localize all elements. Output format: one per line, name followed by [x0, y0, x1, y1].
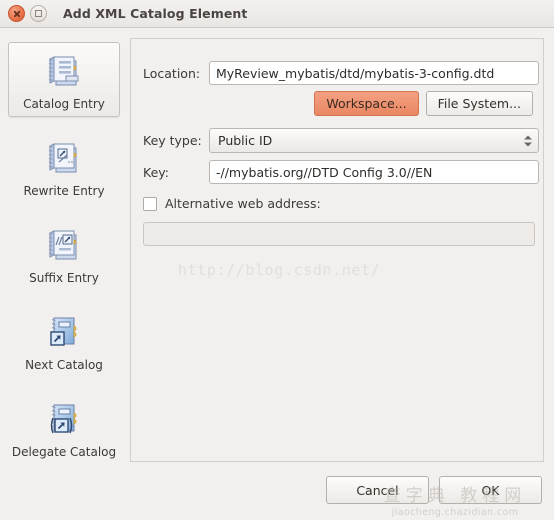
maximize-icon[interactable] [30, 5, 47, 22]
window-title: Add XML Catalog Element [63, 6, 248, 21]
workspace-button[interactable]: Workspace... [314, 91, 419, 116]
location-label: Location: [143, 65, 201, 81]
dialog-footer: Cancel OK [326, 476, 542, 504]
sidebar-item-label: Delegate Catalog [11, 445, 117, 459]
location-row: Location: [143, 61, 539, 85]
key-type-value: Public ID [218, 133, 273, 148]
ok-button[interactable]: OK [439, 476, 542, 504]
cancel-button[interactable]: Cancel [326, 476, 429, 504]
close-icon[interactable] [8, 5, 25, 22]
sidebar-item-rewrite-entry[interactable]: Rewrite Entry [8, 129, 120, 204]
delegate-catalog-icon [50, 404, 77, 434]
location-buttons-row: Workspace... File System... [143, 91, 533, 116]
key-label: Key: [143, 164, 169, 180]
maximize-square [35, 10, 42, 17]
alt-web-address-row[interactable]: Alternative web address: [143, 196, 321, 211]
key-type-label: Key type: [143, 133, 202, 148]
key-type-select[interactable]: Public ID [209, 128, 539, 153]
alt-web-address-checkbox[interactable] [143, 196, 157, 211]
catalog-entry-icon [48, 56, 79, 86]
next-catalog-icon [50, 317, 77, 346]
sidebar-item-label: Catalog Entry [23, 97, 105, 111]
sidebar-item-label: Next Catalog [25, 358, 103, 372]
file-system-button[interactable]: File System... [425, 91, 533, 116]
sidebar-item-label: Rewrite Entry [23, 184, 105, 198]
rewrite-entry-icon [48, 143, 77, 173]
title-bar: Add XML Catalog Element [0, 0, 554, 28]
dialog-body: Catalog Entry Rewrite Entry Suffix Entry… [0, 28, 554, 520]
key-type-row: Key type: Public ID [143, 128, 539, 153]
alt-web-address-input [143, 222, 535, 246]
alt-web-address-label: Alternative web address: [165, 196, 321, 211]
sidebar-item-suffix-entry[interactable]: Suffix Entry [8, 216, 120, 291]
sidebar: Catalog Entry Rewrite Entry Suffix Entry… [8, 42, 122, 459]
spinner-arrows-icon[interactable] [524, 135, 532, 146]
alt-web-address-input-row [143, 222, 535, 246]
location-input[interactable] [209, 61, 539, 85]
key-input[interactable] [209, 160, 539, 184]
key-row: Key: [143, 160, 539, 184]
sidebar-item-delegate-catalog[interactable]: Delegate Catalog [8, 390, 120, 465]
sidebar-item-label: Suffix Entry [29, 271, 99, 285]
catalog-entry-form-panel: Location: Workspace... File System... Ke… [130, 38, 544, 462]
suffix-entry-icon [48, 230, 77, 260]
sidebar-item-next-catalog[interactable]: Next Catalog [8, 303, 120, 378]
sidebar-item-catalog-entry[interactable]: Catalog Entry [8, 42, 120, 117]
